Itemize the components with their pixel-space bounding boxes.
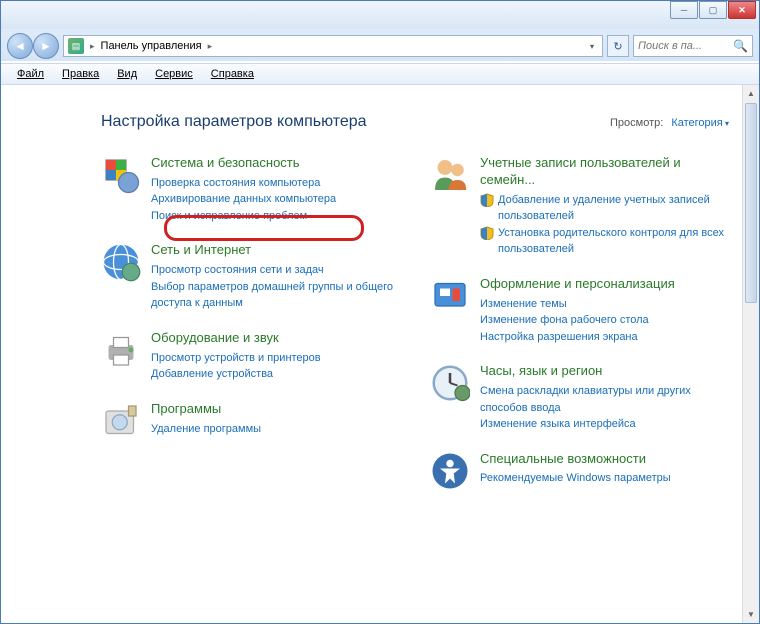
forward-button[interactable]: ► [33,33,59,59]
search-box[interactable]: 🔍 [633,35,753,57]
view-dropdown[interactable]: Категория [671,117,729,129]
left-column: Система и безопасность Проверка состояния… [101,155,400,491]
category-link[interactable]: Настройка разрешения экрана [480,329,729,346]
content-area: Настройка параметров компьютера Просмотр… [1,85,759,623]
window: ─ ▢ ✕ ◄ ► ▤ ▸ Панель управления ▸ ▾ ↻ 🔍 … [0,0,760,624]
category-link[interactable]: Проверка состояния компьютера [151,175,400,192]
category-clock-region: Часы, язык и регион Смена раскладки клави… [430,363,729,432]
category-link[interactable]: Поиск и исправление проблем [151,208,400,225]
category-appearance: Оформление и персонализация Изменение тем… [430,276,729,345]
uac-shield-icon [480,226,494,240]
category-link[interactable]: Смена раскладки клавиатуры или других сп… [480,383,729,416]
menu-edit[interactable]: Правка [54,66,107,82]
users-icon [430,155,470,195]
category-link[interactable]: Добавление и удаление учетных записей по… [480,192,729,225]
search-icon[interactable]: 🔍 [733,39,748,53]
ease-icon [430,451,470,491]
category-network-internet: Сеть и Интернет Просмотр состояния сети и… [101,242,400,311]
titlebar: ─ ▢ ✕ [1,1,759,29]
menu-file[interactable]: Файл [9,66,52,82]
maximize-button[interactable]: ▢ [699,1,727,19]
category-title-hardware-sound[interactable]: Оборудование и звук [151,330,400,347]
scroll-down-button[interactable]: ▼ [743,606,759,623]
category-link[interactable]: Добавление устройства [151,366,400,383]
breadcrumb-separator[interactable]: ▸ [208,41,213,52]
menubar: Файл Правка Вид Сервис Справка [1,63,759,85]
category-link[interactable]: Просмотр состояния сети и задач [151,262,400,279]
menu-tools[interactable]: Сервис [147,66,201,82]
category-link[interactable]: Архивирование данных компьютера [151,191,400,208]
category-title-network-internet[interactable]: Сеть и Интернет [151,242,400,259]
printer-icon [101,330,141,370]
minimize-button[interactable]: ─ [670,1,698,19]
vertical-scrollbar[interactable]: ▲ ▼ [742,85,759,623]
close-button[interactable]: ✕ [728,1,756,19]
category-link-label: Добавление и удаление учетных записей по… [498,192,729,225]
address-dropdown[interactable]: ▾ [586,42,598,51]
category-hardware-sound: Оборудование и звук Просмотр устройств и … [101,330,400,383]
category-title-programs[interactable]: Программы [151,401,400,418]
control-panel-icon: ▤ [68,38,84,54]
address-bar[interactable]: ▤ ▸ Панель управления ▸ ▾ [63,35,603,57]
scroll-thumb[interactable] [745,103,757,303]
category-programs: Программы Удаление программы [101,401,400,441]
category-ease-of-access: Специальные возможности Рекомендуемые Win… [430,451,729,491]
back-button[interactable]: ◄ [7,33,33,59]
shield-icon [101,155,141,195]
program-icon [101,401,141,441]
breadcrumb-separator: ▸ [90,41,95,52]
page-title: Настройка параметров компьютера [101,113,367,131]
breadcrumb-location[interactable]: Панель управления [101,40,202,52]
view-label: Просмотр: [610,117,663,129]
category-link[interactable]: Рекомендуемые Windows параметры [480,470,729,487]
refresh-button[interactable]: ↻ [607,35,629,57]
category-title-user-accounts[interactable]: Учетные записи пользователей и семейн... [480,155,729,189]
appearance-icon [430,276,470,316]
category-link[interactable]: Установка родительского контроля для все… [480,225,729,258]
category-link[interactable]: Просмотр устройств и принтеров [151,350,400,367]
view-selector: Просмотр: Категория [610,117,729,129]
right-column: Учетные записи пользователей и семейн...… [430,155,729,491]
scroll-up-button[interactable]: ▲ [743,85,759,102]
category-title-appearance[interactable]: Оформление и персонализация [480,276,729,293]
menu-view[interactable]: Вид [109,66,145,82]
category-link[interactable]: Выбор параметров домашней группы и общег… [151,279,400,312]
category-link-label: Установка родительского контроля для все… [498,225,729,258]
clock-icon [430,363,470,403]
search-input[interactable] [638,40,726,52]
category-title-clock-region[interactable]: Часы, язык и регион [480,363,729,380]
category-link[interactable]: Изменение языка интерфейса [480,416,729,433]
category-system-security: Система и безопасность Проверка состояния… [101,155,400,224]
uac-shield-icon [480,193,494,207]
category-title-ease-of-access[interactable]: Специальные возможности [480,451,729,468]
category-user-accounts: Учетные записи пользователей и семейн...… [430,155,729,258]
category-link[interactable]: Удаление программы [151,421,400,438]
navbar: ◄ ► ▤ ▸ Панель управления ▸ ▾ ↻ 🔍 [1,29,759,63]
category-title-system-security[interactable]: Система и безопасность [151,155,400,172]
category-link[interactable]: Изменение темы [480,296,729,313]
globe-icon [101,242,141,282]
menu-help[interactable]: Справка [203,66,262,82]
category-link[interactable]: Изменение фона рабочего стола [480,312,729,329]
